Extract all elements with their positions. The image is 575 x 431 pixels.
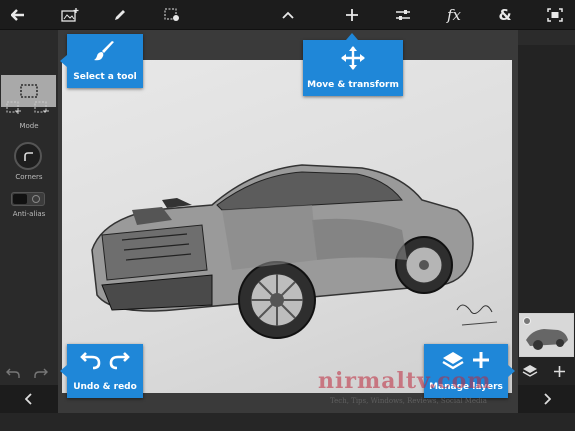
callout-select-tool-label: Select a tool [73,72,137,82]
left-tool-panel: Mode Corners Anti-alias [0,30,58,385]
watermark-tagline: Tech, Tips, Windows, Reviews, Social Med… [330,397,487,405]
undo-redo-icon [67,350,143,370]
top-toolbar: fx & [0,0,575,30]
chevron-left-icon [25,393,32,405]
callout-move-transform-label: Move & transform [307,80,399,90]
antialias-label: Anti-alias [12,210,46,218]
callout-pointer [508,365,515,377]
adjustments-icon[interactable] [385,0,421,30]
callout-undo-redo: Undo & redo [67,344,143,398]
callout-pointer [346,33,358,40]
callout-select-tool: Select a tool [67,34,143,88]
paintbrush-icon [67,40,143,62]
subtract-selection-icon[interactable] [34,100,50,119]
left-panel-collapse-button[interactable] [0,385,58,413]
pencil-icon[interactable] [102,0,138,30]
plus-icon[interactable] [334,0,370,30]
fx-icon[interactable]: fx [436,0,472,30]
layer-thumbnail[interactable] [519,313,574,357]
chevron-right-icon [543,393,551,405]
watermark-logo: nirmaltv.com [318,368,492,394]
callout-pointer [60,55,67,67]
mode-label: Mode [19,122,39,130]
corners-label: Corners [15,173,43,181]
chevron-up-icon[interactable] [270,0,306,30]
undo-icon[interactable] [6,364,20,383]
ampersand-icon[interactable]: & [487,0,523,30]
antialias-toggle[interactable] [11,192,45,206]
selection-settings-icon[interactable] [154,0,190,30]
callout-move-transform: Move & transform [303,40,403,96]
layer-visibility-icon[interactable] [523,317,531,325]
image-add-icon[interactable] [52,0,88,30]
corners-dial[interactable] [14,142,42,170]
layers-stack-icon[interactable] [522,363,538,382]
callout-undo-redo-label: Undo & redo [73,382,137,392]
callout-pointer [60,365,67,377]
move-arrows-icon [303,46,403,70]
back-arrow-icon[interactable] [0,0,36,30]
add-layer-icon[interactable] [553,363,566,382]
redo-icon[interactable] [34,364,48,383]
footer-bar [0,413,575,431]
add-selection-icon[interactable] [6,100,22,119]
right-panel-collapse-button[interactable] [518,385,575,413]
fit-screen-icon[interactable] [537,0,573,30]
